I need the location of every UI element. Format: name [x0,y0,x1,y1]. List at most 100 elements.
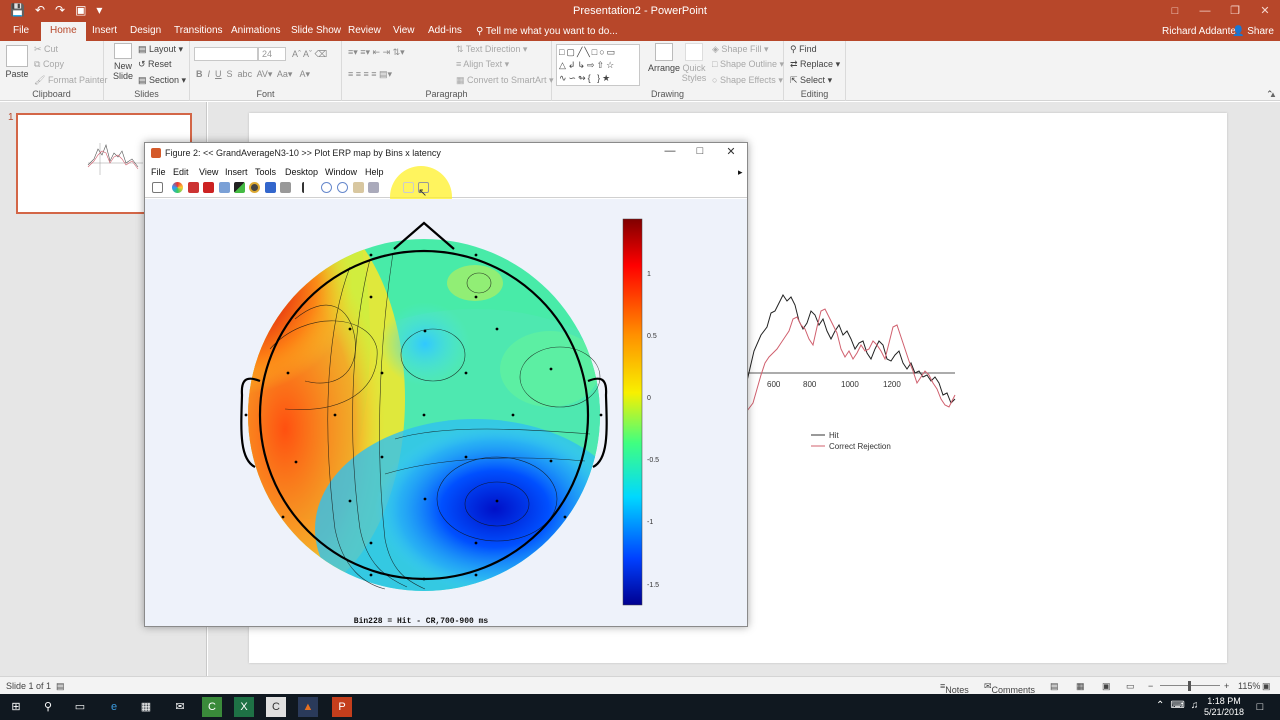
capture-icon[interactable]: C [266,697,286,717]
layout-button[interactable]: ▤ Layout ▾ [138,44,183,55]
powerpoint-taskbar-icon[interactable]: P [332,697,352,717]
notes-button[interactable]: ≡ Notes [940,681,969,695]
zoom-in-button[interactable]: + [1224,681,1229,691]
search-icon[interactable]: ⚲ [38,697,58,717]
start-icon[interactable]: ⊞ [6,697,26,717]
replace-button[interactable]: ⇄ Replace ▾ [790,59,840,70]
topography-plot-area[interactable]: 1 0.5 0 -0.5 -1 -1.5 Bin228 = Hit - CR,7… [145,199,747,626]
figure-menu-view[interactable]: View [199,167,218,177]
zoom-out-button[interactable]: − [1148,681,1153,691]
figure-menu-help[interactable]: Help [365,167,384,177]
shape-outline-button[interactable]: □ Shape Outline ▾ [712,59,784,70]
user-name[interactable]: Richard Addante [1162,26,1236,37]
share-button[interactable]: 👤 Share [1232,26,1274,37]
pan-icon[interactable] [353,182,364,193]
matlab-taskbar-icon[interactable]: ▲ [298,697,318,717]
image-icon[interactable] [219,182,230,193]
quick-styles-button[interactable]: Quick Styles [680,43,708,83]
reading-view-icon[interactable]: ▣ [1102,681,1111,692]
paste-button[interactable]: Paste [4,45,30,79]
align-text-button[interactable]: ≡ Align Text ▾ [456,59,509,70]
store-icon[interactable]: ▦ [136,697,156,717]
mail-icon[interactable]: ✉ [170,697,190,717]
tab-animations[interactable]: Animations [231,25,280,36]
save-figure-icon[interactable] [265,182,276,193]
normal-view-icon[interactable]: ▤ [1050,681,1059,692]
cut-button[interactable]: ✂ Cut [34,44,58,55]
color-icon[interactable] [172,182,183,193]
notifications-icon[interactable]: □ [1250,697,1270,717]
pdf-icon[interactable] [203,182,214,193]
maximize-button[interactable]: ❐ [1220,0,1250,22]
task-view-icon[interactable]: ▭ [70,697,90,717]
figure-menu-desktop[interactable]: Desktop [285,167,318,177]
figure-menu-edit[interactable]: Edit [173,167,189,177]
edge-icon[interactable]: e [104,697,124,717]
close-button[interactable]: ✕ [1250,0,1280,22]
tell-me-search[interactable]: ⚲ Tell me what you want to do... [476,26,618,37]
tab-file[interactable]: File [13,25,29,36]
excel-icon[interactable]: X [234,697,254,717]
zoom-level[interactable]: 115% [1238,681,1260,691]
tab-insert[interactable]: Insert [92,25,117,36]
invert-icon[interactable] [234,182,245,193]
font-name-box[interactable] [194,47,258,61]
figure-close-button[interactable]: ✕ [716,145,746,158]
section-button[interactable]: ▤ Section ▾ [138,75,186,86]
pointer-icon[interactable] [302,182,313,193]
figure-menu-window[interactable]: Window [325,167,357,177]
shape-fill-button[interactable]: ◈ Shape Fill ▾ [712,44,768,55]
tab-review[interactable]: Review [348,25,381,36]
figure-menu-file[interactable]: File [151,167,166,177]
tab-add-ins[interactable]: Add-ins [428,25,462,36]
editing-group-label: Editing [800,89,829,99]
zoom-in-icon[interactable] [321,182,332,193]
plot-icon[interactable] [152,182,163,193]
tab-design[interactable]: Design [130,25,161,36]
format-painter-button[interactable]: 🖌 Format Painter [34,75,107,86]
figure-menu-tools[interactable]: Tools [255,167,276,177]
new-slide-button[interactable]: New Slide [110,43,136,81]
select-button[interactable]: ⇱ Select ▾ [790,75,832,86]
matlab-figure-window[interactable]: Figure 2: << GrandAverageN3-10 >> Plot E… [144,142,748,627]
figure-maximize-button[interactable]: □ [685,145,715,157]
font-size-box[interactable]: 24 [258,47,286,61]
slide-show-icon[interactable]: ▭ [1126,681,1135,692]
figure-minimize-button[interactable]: — [655,145,685,157]
figure-menu-insert[interactable]: Insert [225,167,248,177]
list-indent-icons[interactable]: ≡▾ ≡▾ ⇤ ⇥ ⇅▾ [348,47,405,58]
ribbon-display-options-icon[interactable]: □ [1160,0,1190,22]
bold-italic-underline-icons[interactable]: B I U S abc AV▾ Aa▾ A▾ [196,69,310,80]
zoom-slider-thumb[interactable] [1188,681,1191,691]
find-button[interactable]: ⚲ Find [790,44,817,55]
spelling-icon[interactable]: ▤ [56,681,65,692]
shape-effects-button[interactable]: ○ Shape Effects ▾ [712,75,783,86]
camtasia-icon[interactable]: C [202,697,222,717]
vertical-scrollbar[interactable]: ▲ [1266,90,1280,99]
tab-view[interactable]: View [393,25,415,36]
copy-button[interactable]: ⧉ Copy [34,59,64,70]
data-cursor-icon[interactable] [368,182,379,193]
record-icon[interactable] [249,182,260,193]
grow-shrink-font-icons[interactable]: Aˆ Aˇ ⌫ [292,49,327,60]
reset-button[interactable]: ↺ Reset [138,59,172,70]
tab-slide-show[interactable]: Slide Show [291,25,341,36]
figure-menu-arrow-icon[interactable]: ▸ [738,167,743,178]
taskbar-clock[interactable]: 1:18 PM 5/21/2018 [1198,696,1250,718]
fit-slide-icon[interactable]: ▣ [1262,681,1271,692]
convert-smartart-button[interactable]: ▦ Convert to SmartArt ▾ [456,75,554,86]
zoom-out-icon[interactable] [337,182,348,193]
minimize-button[interactable]: — [1190,0,1220,22]
alignment-icons[interactable]: ≡ ≡ ≡ ≡ ▤▾ [348,69,392,80]
hide-plot-tools-icon[interactable] [403,182,414,193]
arrange-button[interactable]: Arrange [648,43,680,73]
shapes-gallery[interactable]: □▢╱╲□○▭ △↲↳⇨⇧☆ ∿∽↬{ }★ [556,44,640,86]
tab-transitions[interactable]: Transitions [174,25,223,36]
tab-home[interactable]: Home [41,22,86,41]
figure-title-bar[interactable]: Figure 2: << GrandAverageN3-10 >> Plot E… [145,143,747,163]
text-direction-button[interactable]: ⇅ Text Direction ▾ [456,44,527,55]
delete-icon[interactable] [188,182,199,193]
comments-button[interactable]: ✉ Comments [984,681,1035,695]
slide-sorter-icon[interactable]: ▦ [1076,681,1085,692]
print-icon[interactable] [280,182,291,193]
